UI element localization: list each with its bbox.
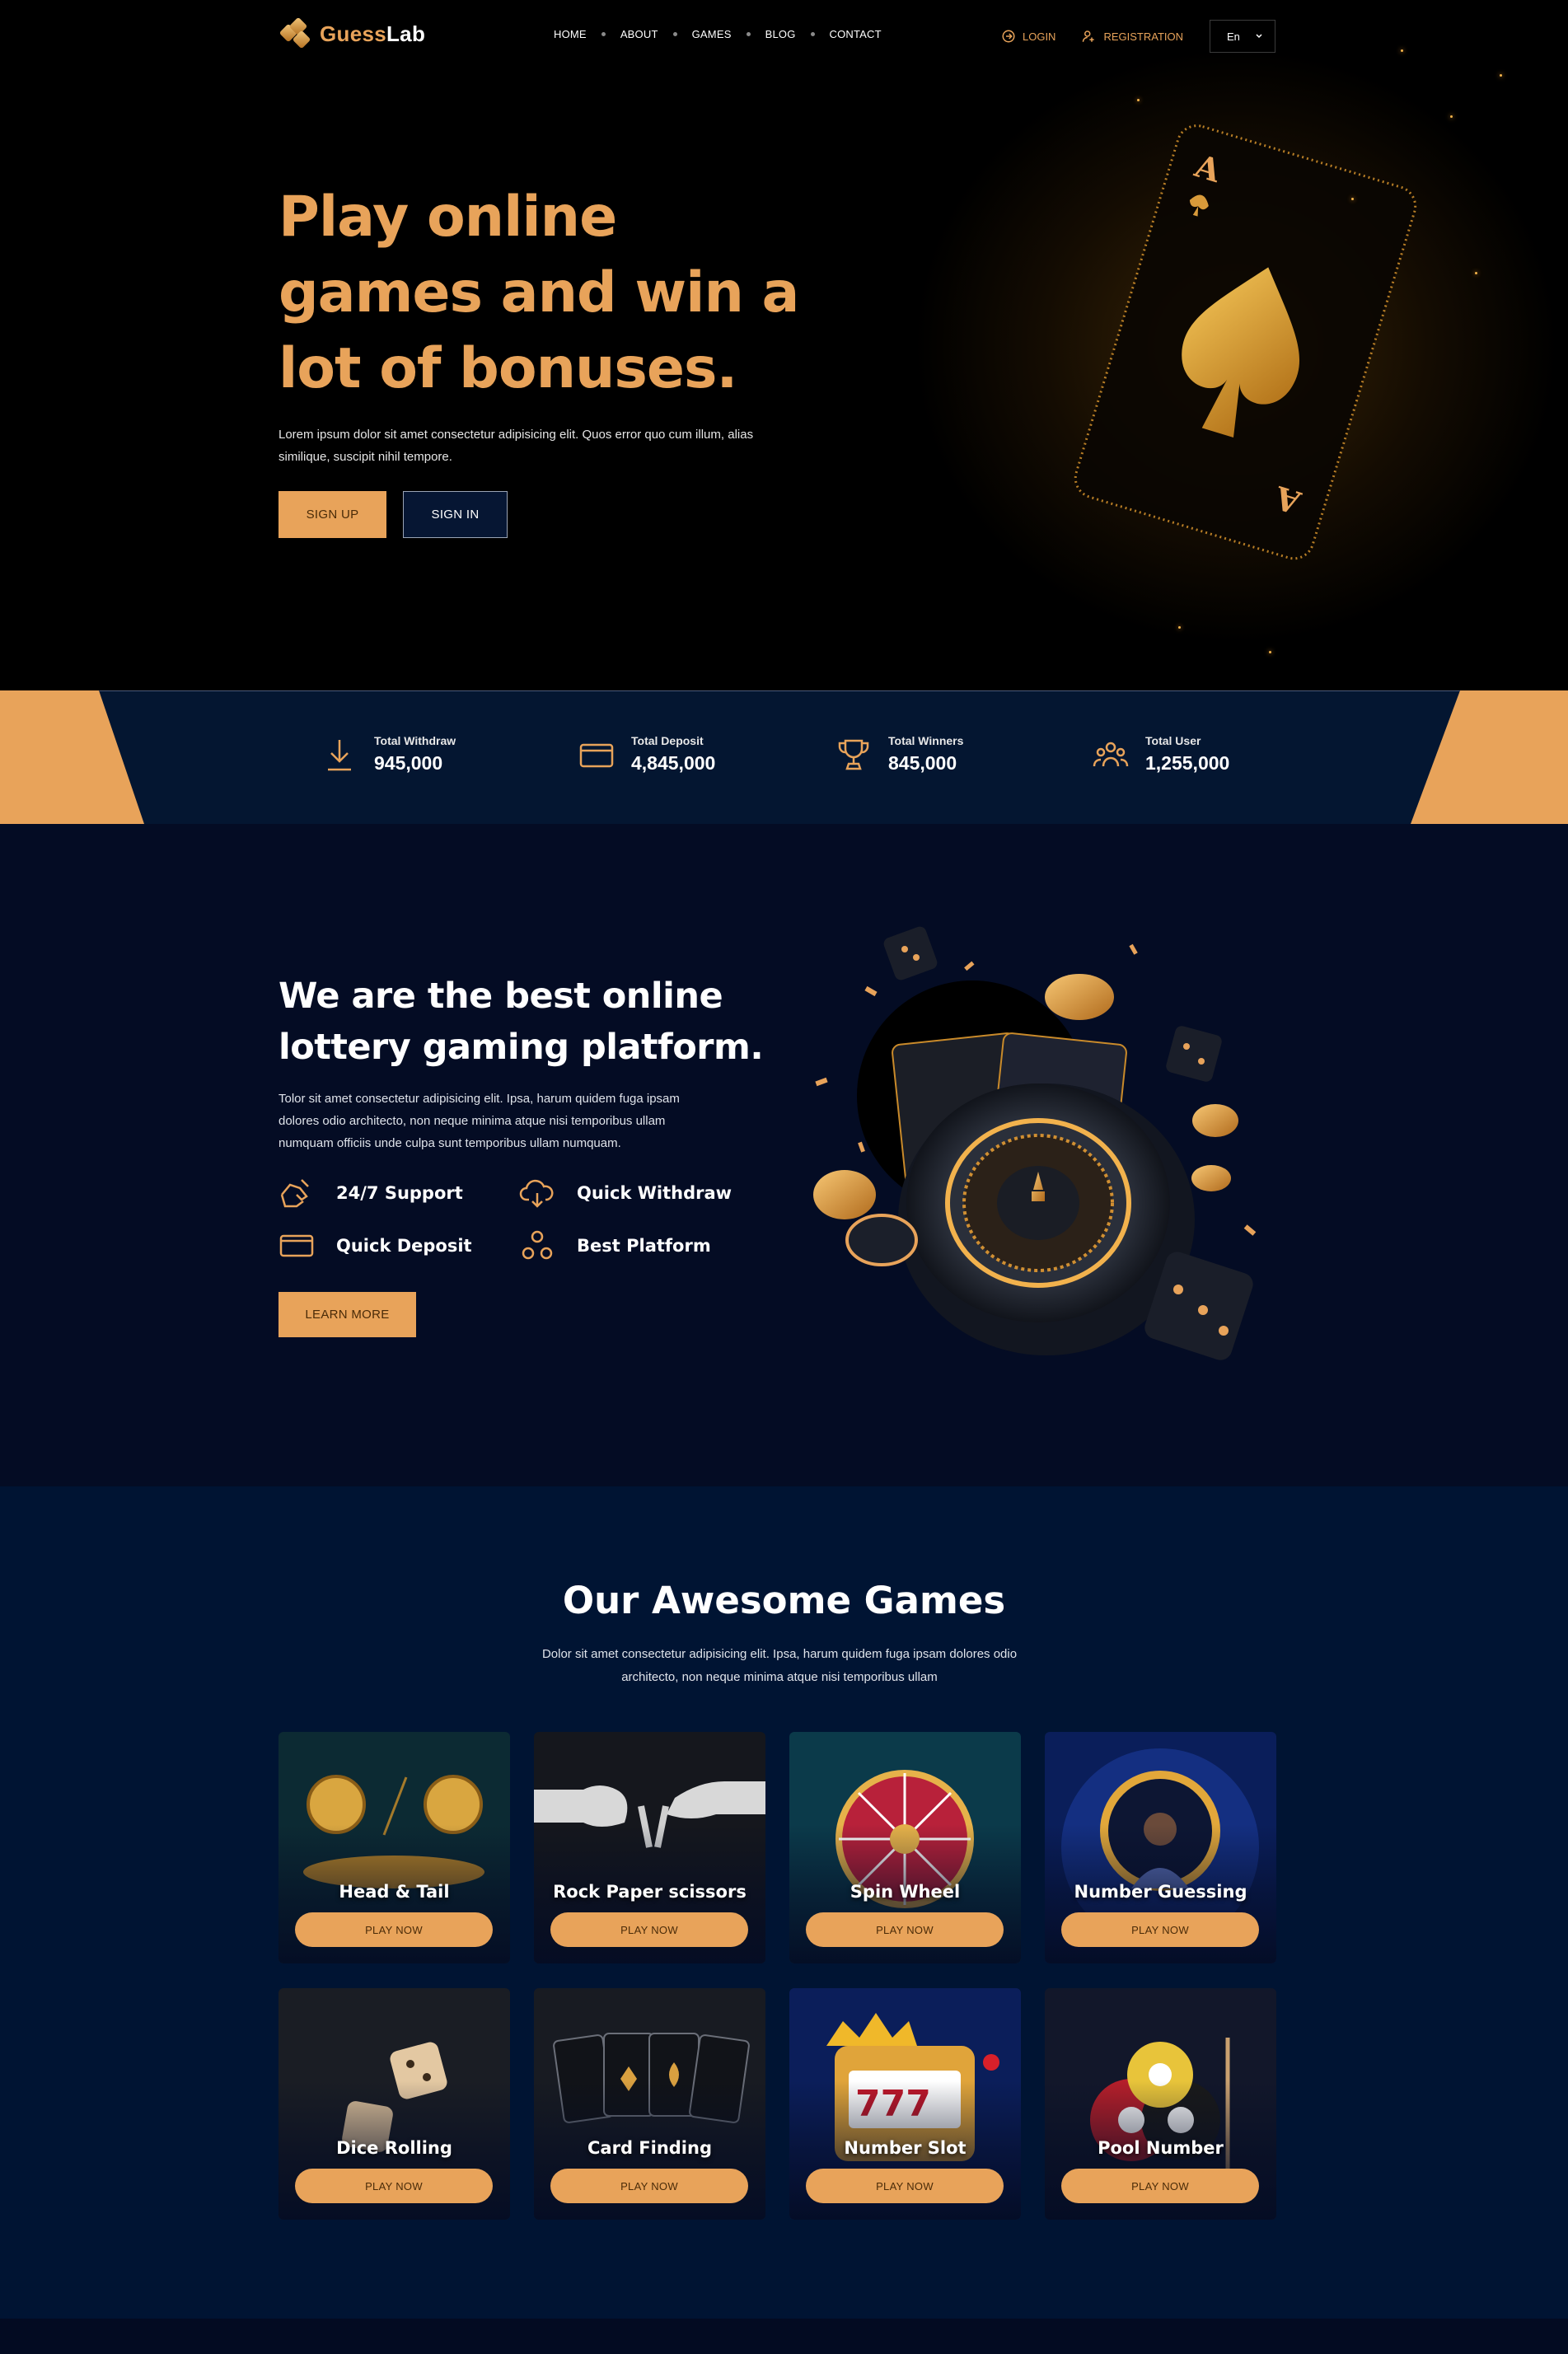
stats-list: Total Withdraw 945,000 Total Deposit 4,845…	[321, 734, 1350, 775]
feature-quick-deposit: Quick Deposit	[278, 1229, 519, 1262]
hero-section: GuessLab HOME ABOUT GAMES BLOG CONTACT L…	[0, 0, 1568, 690]
download-icon	[328, 739, 351, 770]
hero-title: Play online games and win a lot of bonus…	[278, 185, 799, 401]
sign-in-button[interactable]: SIGN IN	[403, 491, 508, 538]
nav-separator	[601, 32, 606, 36]
game-card-number-slot[interactable]: 777 Number Slot PLAY NOW	[789, 1988, 1021, 2220]
main-menu: HOME ABOUT GAMES BLOG CONTACT	[554, 28, 882, 40]
play-now-button[interactable]: PLAY NOW	[806, 2169, 1004, 2203]
play-now-button[interactable]: PLAY NOW	[295, 2169, 493, 2203]
about-title: We are the best online lottery gaming pl…	[278, 976, 764, 1068]
nav-separator	[810, 32, 815, 36]
stat-total-deposit: Total Deposit 4,845,000	[578, 734, 835, 775]
feature-support: 24/7 Support	[278, 1177, 519, 1210]
play-now-button[interactable]: PLAY NOW	[550, 2169, 748, 2203]
games-title: Our Awesome Games	[562, 1579, 1006, 1622]
feature-label: 24/7 Support	[336, 1183, 463, 1203]
game-card-dice-rolling[interactable]: Dice Rolling PLAY NOW	[278, 1988, 510, 2220]
play-now-button[interactable]: PLAY NOW	[295, 1912, 493, 1947]
game-title: Dice Rolling	[336, 2138, 452, 2158]
language-value: En	[1227, 30, 1240, 43]
top-navigation: GuessLab HOME ABOUT GAMES BLOG CONTACT L…	[278, 15, 1275, 58]
feature-label: Best Platform	[577, 1236, 711, 1256]
language-select[interactable]: En	[1210, 20, 1275, 53]
stat-label: Total Winners	[888, 734, 964, 747]
stat-value: 945,000	[374, 752, 443, 774]
stat-label: Total Withdraw	[374, 734, 456, 747]
nav-actions: LOGIN REGISTRATION En	[1001, 20, 1275, 53]
play-now-button[interactable]: PLAY NOW	[1061, 1912, 1259, 1947]
game-card-card-finding[interactable]: Card Finding PLAY NOW	[534, 1988, 765, 2220]
game-title: Rock Paper scissors	[553, 1882, 747, 1902]
logo-text: GuessLab	[320, 21, 426, 46]
stat-label: Total User	[1145, 734, 1201, 747]
registration-link[interactable]: REGISTRATION	[1082, 29, 1183, 44]
play-now-button[interactable]: PLAY NOW	[550, 1912, 748, 1947]
stat-total-winners: Total Winners 845,000	[835, 734, 1093, 775]
feature-quick-withdraw: Quick Withdraw	[519, 1177, 740, 1210]
nav-separator	[746, 32, 751, 36]
footer-strip	[0, 2319, 1568, 2354]
game-title: Spin Wheel	[850, 1882, 961, 1902]
stat-label: Total Deposit	[631, 734, 704, 747]
login-link[interactable]: LOGIN	[1001, 29, 1055, 44]
cloud-download-icon	[519, 1179, 554, 1208]
card-icon	[279, 1234, 314, 1257]
learn-more-button[interactable]: LEARN MORE	[278, 1292, 416, 1337]
game-card-head-tail[interactable]: Head & Tail PLAY NOW	[278, 1732, 510, 1963]
game-title: Number Guessing	[1074, 1882, 1247, 1902]
play-now-button[interactable]: PLAY NOW	[806, 1912, 1004, 1947]
game-card-spin-wheel[interactable]: Spin Wheel PLAY NOW	[789, 1732, 1021, 1963]
game-title: Card Finding	[587, 2138, 712, 2158]
nav-contact[interactable]: CONTACT	[830, 28, 882, 40]
feature-label: Quick Withdraw	[577, 1183, 733, 1203]
support-hand-icon	[280, 1179, 309, 1208]
play-now-button[interactable]: PLAY NOW	[1061, 2169, 1259, 2203]
hero-description: Lorem ipsum dolor sit amet consectetur a…	[278, 428, 754, 464]
login-icon	[1002, 30, 1015, 43]
nav-blog[interactable]: BLOG	[765, 28, 796, 40]
users-icon	[1093, 742, 1129, 766]
game-card-number-guessing[interactable]: Number Guessing PLAY NOW	[1045, 1732, 1276, 1963]
stat-value: 845,000	[888, 752, 957, 774]
about-section: We are the best online lottery gaming pl…	[0, 824, 1568, 1486]
stats-panel: Total Withdraw 945,000 Total Deposit 4,845…	[99, 690, 1460, 824]
nav-about[interactable]: ABOUT	[620, 28, 658, 40]
stat-total-withdraw: Total Withdraw 945,000	[321, 734, 578, 775]
nav-home[interactable]: HOME	[554, 28, 587, 40]
games-section: Our Awesome Games Dolor sit amet consect…	[0, 1486, 1568, 2319]
sign-up-button[interactable]: SIGN UP	[278, 491, 386, 538]
stat-total-user: Total User 1,255,000	[1093, 734, 1350, 775]
ace-of-spades-illustration: A A	[1074, 124, 1417, 560]
roulette-casino-illustration	[813, 926, 1257, 1360]
games-subtitle: Dolor sit amet consectetur adipisicing e…	[541, 1647, 1018, 1684]
card-icon	[579, 743, 614, 767]
games-grid: Head & Tail PLAY NOW Rock Paper scissors…	[278, 1732, 1276, 2220]
feature-list: 24/7 Support Quick Withdraw Quick Deposi…	[278, 1177, 740, 1262]
trophy-icon	[838, 739, 869, 770]
game-title: Head & Tail	[339, 1882, 450, 1902]
game-title: Number Slot	[844, 2138, 967, 2158]
feature-best-platform: Best Platform	[519, 1229, 740, 1262]
registration-label: REGISTRATION	[1103, 30, 1183, 43]
stats-bar: Total Withdraw 945,000 Total Deposit 4,845…	[0, 690, 1568, 824]
stat-value: 1,255,000	[1145, 752, 1230, 774]
chevron-down-icon	[1256, 34, 1262, 39]
nav-games[interactable]: GAMES	[692, 28, 732, 40]
logo[interactable]: GuessLab	[278, 16, 425, 51]
about-description: Tolor sit amet consectetur adipisicing e…	[278, 1092, 680, 1150]
feature-label: Quick Deposit	[336, 1236, 472, 1256]
logo-icon	[278, 16, 313, 51]
game-card-pool-number[interactable]: Pool Number PLAY NOW	[1045, 1988, 1276, 2220]
login-label: LOGIN	[1022, 30, 1056, 43]
stat-value: 4,845,000	[631, 752, 716, 774]
user-add-icon	[1083, 30, 1095, 42]
game-title: Pool Number	[1098, 2138, 1224, 2158]
cubes-icon	[522, 1230, 553, 1260]
game-card-rock-paper-scissors[interactable]: Rock Paper scissors PLAY NOW	[534, 1732, 765, 1963]
nav-separator	[672, 32, 677, 36]
